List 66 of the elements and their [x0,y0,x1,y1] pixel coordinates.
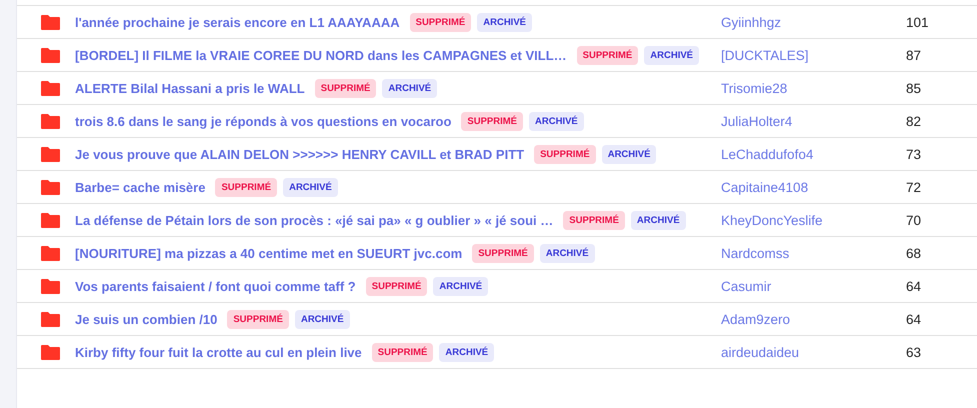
archived-badge: ARCHIVÉ [630,210,686,230]
topic-title[interactable]: Vos parents faisaient / font quoi comme taff ? [75,278,356,294]
reply-count: 70 [906,212,922,228]
deleted-badge: SUPPRIMÉ [215,178,278,196]
author-link[interactable]: LeChaddufofo4 [721,146,906,162]
archived-badge: ARCHIVÉ [529,112,584,130]
reply-count: 64 [906,278,922,294]
author-link[interactable]: JuliaHolter4 [721,114,906,128]
deleted-badge: SUPPRIMÉ [314,78,376,98]
reply-count: 72 [906,180,922,194]
topic-title[interactable]: [BORDEL] Il FILME la VRAIE COREE DU NORD dans les CAMPAGNES et VILL… [75,48,567,62]
author-link[interactable]: KheyDoncYeslife [721,212,906,228]
author-link[interactable]: Adam9zero [721,312,906,326]
folder-icon [41,212,60,228]
author-link[interactable]: Gyiinhhgz [721,14,906,30]
author-link[interactable]: [DUCKTALES] [721,48,906,62]
deleted-badge: SUPPRIMÉ [410,12,472,32]
folder-icon [41,344,60,360]
archived-badge: ARCHIVÉ [283,178,338,196]
archived-badge: ARCHIVÉ [644,46,700,64]
deleted-badge: SUPPRIMÉ [372,342,434,362]
folder-icon [41,146,60,162]
archived-badge: ARCHIVÉ [382,78,438,98]
folder-icon [41,278,60,294]
topic-title[interactable]: trois 8.6 dans le sang je réponds à vos questions en vocaroo [75,114,452,128]
reply-count: 73 [906,146,922,162]
archived-badge: ARCHIVÉ [433,276,488,296]
folder-icon [41,180,60,194]
archived-badge: ARCHIVÉ [602,144,656,164]
deleted-badge: SUPPRIMÉ [563,210,625,230]
reply-count: 64 [906,312,922,326]
author-link[interactable]: Casumir [721,278,906,294]
topic-title[interactable]: Je vous prouve que ALAIN DELON >>>>>> HENRY CAVILL et BRAD PITT [75,146,524,162]
author-link[interactable]: Trisomie28 [721,80,906,96]
deleted-badge: SUPPRIMÉ [227,310,289,328]
topic-title[interactable]: La défense de Pétain lors de son procès : «jé sai pa» « g oublier » « jé soui … [75,212,554,228]
deleted-badge: SUPPRIMÉ [366,276,428,296]
deleted-badge: SUPPRIMÉ [472,244,534,262]
topic-title[interactable]: Kirby fifty four fuit la crotte au cul en plein live [75,344,362,360]
reply-count: 63 [906,344,922,360]
folder-icon [41,48,60,62]
topic-title[interactable]: [NOURITURE] ma pizzas a 40 centime met en SUEURT jvc.com [75,246,462,260]
reply-count: 68 [906,246,922,260]
deleted-badge: SUPPRIMÉ [534,144,596,164]
topic-title[interactable]: l'année prochaine je serais encore en L1 AAAYAAAA [75,14,400,30]
reply-count: 87 [906,48,922,62]
folder-icon [41,312,60,326]
author-link[interactable]: Nardcomss [721,246,906,260]
topic-title[interactable]: Je suis un combien /10 [75,312,218,326]
folder-icon [41,14,60,30]
deleted-badge: SUPPRIMÉ [576,46,638,64]
reply-count: 82 [906,114,922,128]
archived-badge: ARCHIVÉ [439,342,494,362]
topic-title[interactable]: Barbe= cache misère [75,180,206,194]
archived-badge: ARCHIVÉ [540,244,595,262]
deleted-badge: SUPPRIMÉ [461,112,524,130]
folder-icon [41,80,60,96]
folder-icon [41,246,60,260]
archived-badge: ARCHIVÉ [294,310,350,328]
author-link[interactable]: Capitaine4108 [721,180,906,194]
folder-icon [41,114,60,128]
author-link[interactable]: airdeudaideu [721,344,906,360]
reply-count: 85 [906,80,922,96]
reply-count: 101 [906,14,930,30]
topic-title[interactable]: ALERTE Bilal Hassani a pris le WALL [75,80,305,96]
archived-badge: ARCHIVÉ [477,12,532,32]
